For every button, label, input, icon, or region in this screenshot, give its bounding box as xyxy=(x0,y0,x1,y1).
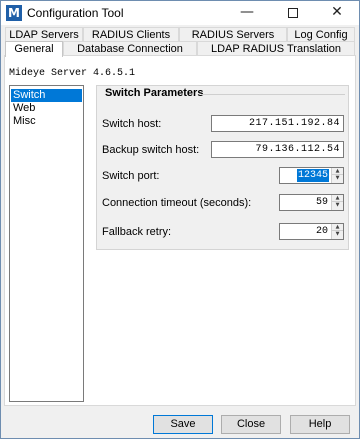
spin-down-icon[interactable]: ▼ xyxy=(332,231,343,238)
switch-port-label: Switch port: xyxy=(102,170,160,182)
help-button[interactable]: Help xyxy=(290,415,350,434)
tab-database-connection[interactable]: Database Connection xyxy=(63,41,197,55)
maximize-icon xyxy=(288,8,298,18)
close-button[interactable]: Close xyxy=(221,415,281,434)
spin-up-icon[interactable]: ▲ xyxy=(332,195,343,202)
tab-radius-servers[interactable]: RADIUS Servers xyxy=(179,27,287,41)
switch-port-spin-buttons[interactable]: ▲ ▼ xyxy=(331,168,343,183)
maximize-button[interactable] xyxy=(271,1,315,25)
tab-ldap-servers[interactable]: LDAP Servers xyxy=(5,27,83,41)
tab-log-config[interactable]: Log Config xyxy=(287,27,355,41)
tab-radius-clients[interactable]: RADIUS Clients xyxy=(83,27,179,41)
tab-ldap-radius-translation[interactable]: LDAP RADIUS Translation xyxy=(197,41,355,55)
tab-general[interactable]: General xyxy=(5,41,63,57)
switch-host-input[interactable]: 217.151.192.84 xyxy=(211,115,344,132)
spin-up-icon[interactable]: ▲ xyxy=(332,168,343,175)
group-title: Switch Parameters xyxy=(105,87,204,99)
minimize-button[interactable]: — xyxy=(225,1,269,25)
close-window-button[interactable]: ✕ xyxy=(315,1,359,25)
switch-port-stepper[interactable]: 12345 ▲ ▼ xyxy=(279,167,344,184)
connection-timeout-stepper[interactable]: 59 ▲ ▼ xyxy=(279,194,344,211)
title-bar[interactable]: M Configuration Tool — ✕ xyxy=(1,1,359,25)
spin-down-icon[interactable]: ▼ xyxy=(332,175,343,182)
fallback-retry-spin-buttons[interactable]: ▲ ▼ xyxy=(331,224,343,239)
list-item-switch[interactable]: Switch xyxy=(11,89,82,102)
spin-up-icon[interactable]: ▲ xyxy=(332,224,343,231)
fallback-retry-value[interactable]: 20 xyxy=(315,225,329,238)
connection-timeout-label: Connection timeout (seconds): xyxy=(102,197,252,209)
settings-category-list[interactable]: Switch Web Misc xyxy=(9,85,84,402)
mideye-app-icon: M xyxy=(6,5,22,21)
connection-timeout-spin-buttons[interactable]: ▲ ▼ xyxy=(331,195,343,210)
switch-host-label: Switch host: xyxy=(102,118,162,130)
backup-switch-host-label: Backup switch host: xyxy=(102,144,200,156)
spin-down-icon[interactable]: ▼ xyxy=(332,202,343,209)
server-version-label: Mideye Server 4.6.5.1 xyxy=(9,68,136,79)
list-item-misc[interactable]: Misc xyxy=(11,115,82,128)
save-button[interactable]: Save xyxy=(153,415,213,434)
configuration-window: M Configuration Tool — ✕ LDAP Servers RA… xyxy=(0,0,360,439)
connection-timeout-value[interactable]: 59 xyxy=(315,196,329,209)
switch-port-value[interactable]: 12345 xyxy=(296,169,329,182)
group-divider xyxy=(201,94,345,95)
fallback-retry-label: Fallback retry: xyxy=(102,226,172,238)
fallback-retry-stepper[interactable]: 20 ▲ ▼ xyxy=(279,223,344,240)
backup-switch-host-input[interactable]: 79.136.112.54 xyxy=(211,141,344,158)
list-item-web[interactable]: Web xyxy=(11,102,82,115)
window-title: Configuration Tool xyxy=(27,6,124,20)
